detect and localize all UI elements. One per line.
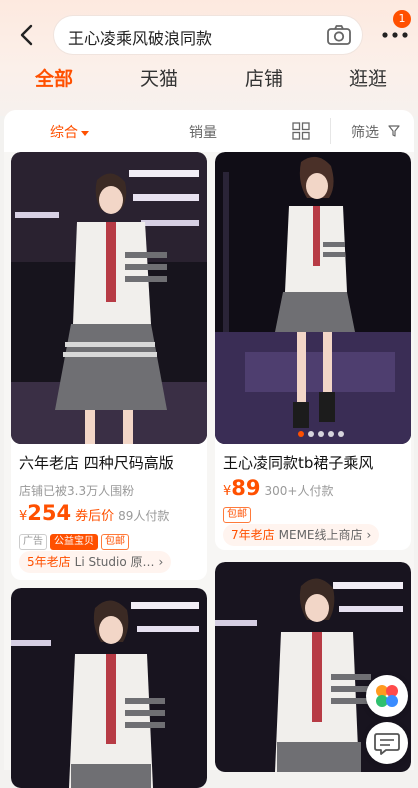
filter-icon[interactable]: [388, 125, 400, 137]
free-shipping-tag: 包邮: [101, 533, 129, 550]
chevron-right-icon: ›: [158, 555, 164, 569]
free-shipping-tag: 包邮: [223, 506, 251, 523]
store-link[interactable]: 5年老店 Li Studio 原… ›: [19, 551, 172, 573]
charity-tag: 公益宝贝: [50, 533, 98, 550]
back-chevron-left-icon[interactable]: [14, 22, 40, 48]
product-card[interactable]: 六年老店 四种尺码高版 店铺已被3.3万人围粉 ¥254 券后价 89人付款 广告公…: [11, 152, 207, 580]
grid-view-icon[interactable]: [292, 122, 310, 140]
colorful-clover-icon: [376, 685, 398, 707]
sort-bar: 综合 销量 筛选: [4, 110, 414, 152]
price: 254: [27, 501, 72, 525]
tag-row: 广告 公益宝贝 包邮: [19, 531, 132, 550]
product-card[interactable]: [11, 588, 207, 788]
tab-tmall[interactable]: 天猫: [140, 64, 178, 91]
store-fans: 店铺已被3.3万人围粉: [19, 484, 135, 498]
store-years: 7年老店: [231, 528, 275, 542]
chat-bubble-icon: [374, 733, 400, 755]
message-badge: 1: [393, 10, 411, 28]
search-query[interactable]: 王心凌乘风破浪同款: [68, 25, 212, 49]
product-image[interactable]: [215, 152, 411, 444]
product-image[interactable]: [11, 588, 207, 788]
product-title[interactable]: 六年老店 四种尺码高版: [19, 452, 174, 473]
store-name: Li Studio 原…: [74, 555, 155, 569]
price-row: ¥89 300+人付款: [223, 476, 333, 500]
sold-count: 89人付款: [118, 509, 170, 523]
product-title[interactable]: 王心凌同款tb裙子乘风: [223, 452, 373, 473]
product-card[interactable]: 王心凌同款tb裙子乘风 ¥89 300+人付款 包邮 7年老店 MEME线上商店 ›: [215, 152, 411, 550]
tab-stores[interactable]: 店铺: [245, 64, 283, 91]
carousel-dots-icon: [298, 431, 344, 437]
chevron-right-icon: ›: [366, 528, 372, 542]
ad-tag: 广告: [19, 533, 47, 550]
coupon-label: 券后价: [75, 509, 115, 524]
store-link[interactable]: 7年老店 MEME线上商店 ›: [223, 524, 380, 546]
search-bar[interactable]: 王心凌乘风破浪同款: [54, 16, 362, 54]
tab-all[interactable]: 全部: [35, 64, 73, 91]
filter-button[interactable]: 筛选: [351, 122, 379, 142]
sort-sales[interactable]: 销量: [189, 122, 217, 142]
sold-count: 300+人付款: [264, 484, 334, 498]
price-row: ¥254 券后价 89人付款: [19, 501, 169, 525]
tag-row: 包邮: [223, 504, 254, 523]
floating-chat-button[interactable]: [366, 722, 408, 764]
floating-shortcut-button[interactable]: [366, 675, 408, 717]
category-tabs: 全部 天猫 店铺 逛逛: [0, 64, 418, 100]
sort-comprehensive[interactable]: 综合: [50, 122, 89, 142]
camera-icon[interactable]: [326, 23, 352, 47]
price: 89: [231, 476, 261, 500]
store-name: MEME线上商店: [278, 528, 363, 542]
store-years: 5年老店: [27, 555, 71, 569]
dropdown-arrow-icon: [81, 130, 89, 136]
product-image[interactable]: [11, 152, 207, 444]
sortbar-divider: [330, 118, 331, 144]
more-dots-icon[interactable]: [380, 28, 410, 42]
tab-browse[interactable]: 逛逛: [349, 64, 387, 91]
